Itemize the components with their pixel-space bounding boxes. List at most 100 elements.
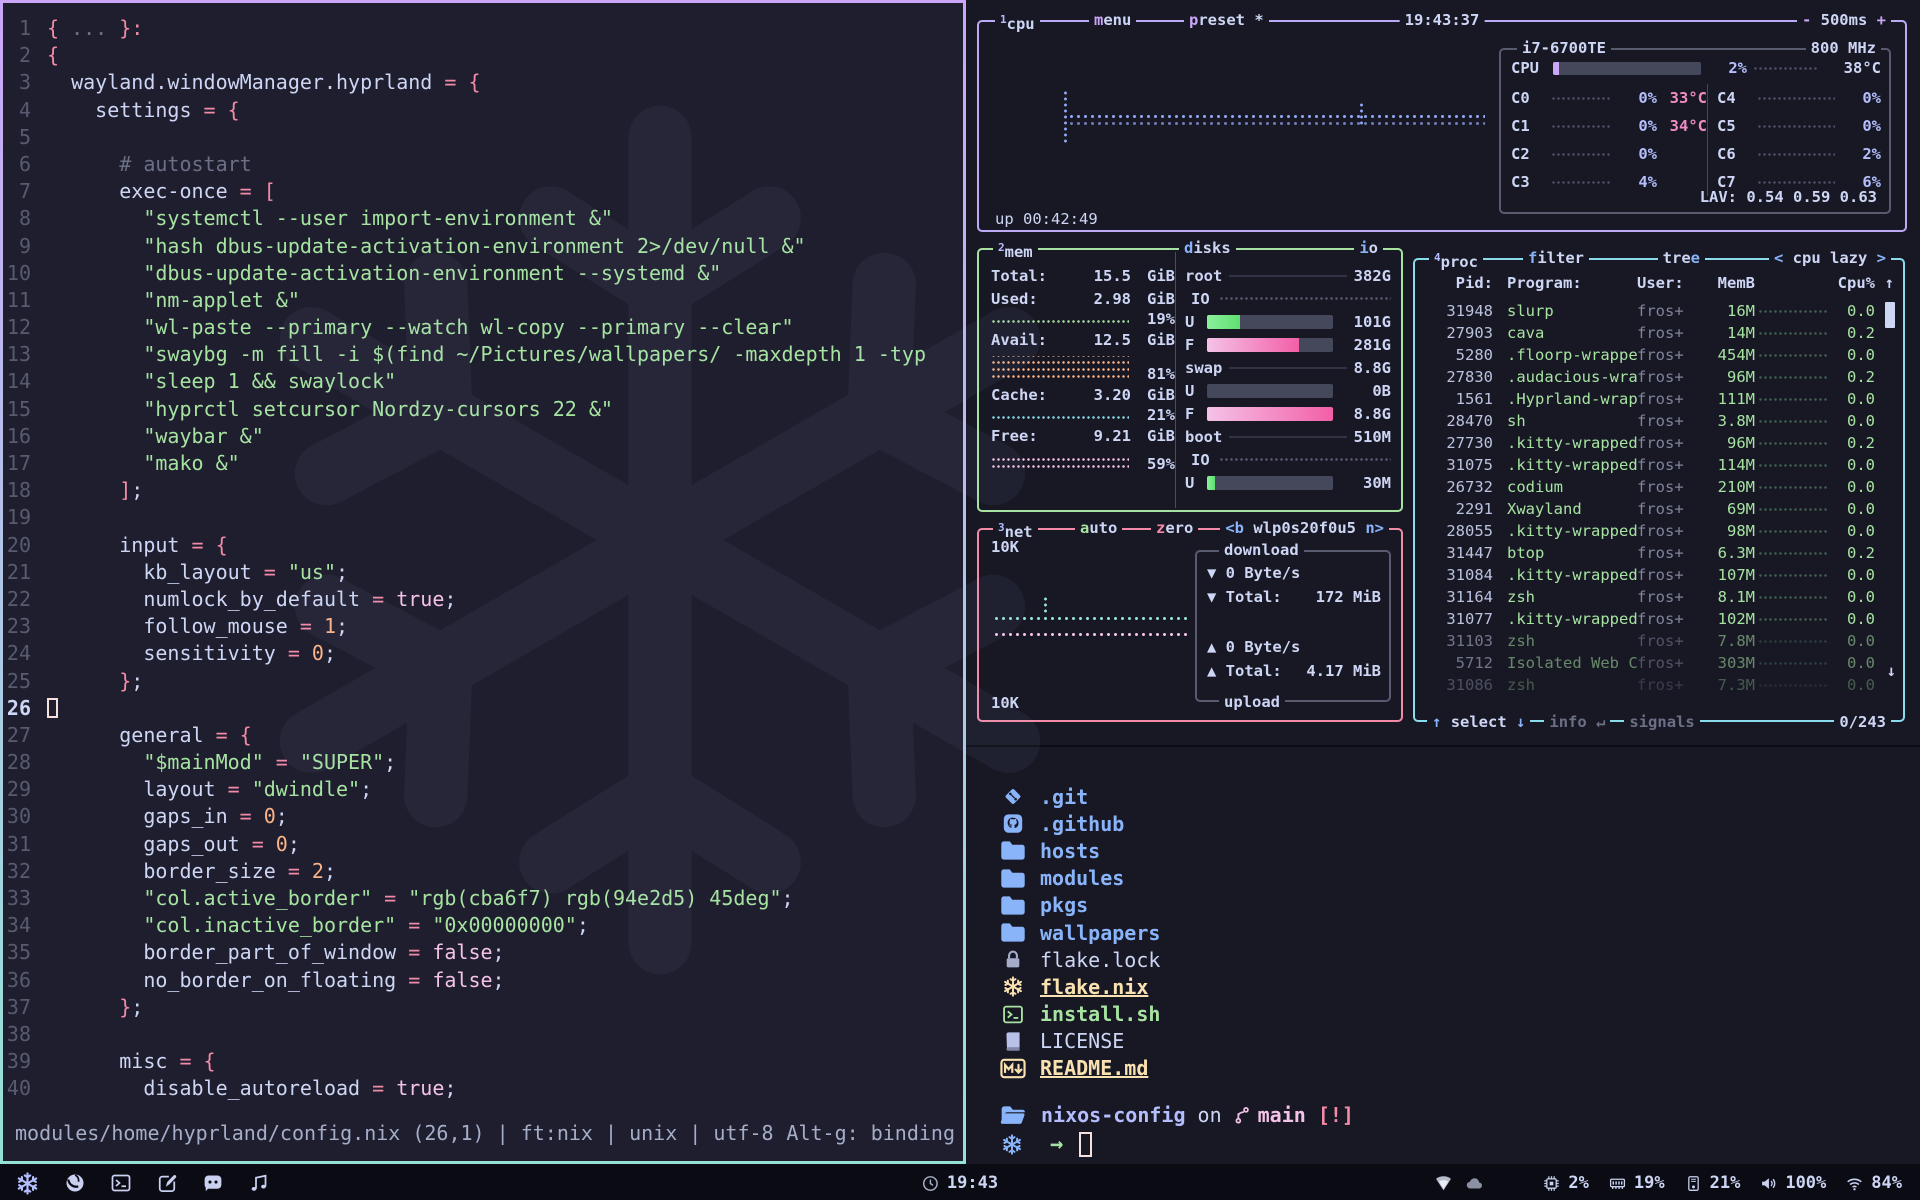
code-line[interactable]: 5 bbox=[3, 124, 963, 151]
code-line[interactable]: 18 ]; bbox=[3, 477, 963, 504]
proc-tree-toggle[interactable]: tree bbox=[1658, 249, 1705, 267]
code-line[interactable]: 14 "sleep 1 && swaylock" bbox=[3, 368, 963, 395]
cpu-usage-module[interactable]: 2% bbox=[1543, 1173, 1588, 1193]
cloud-icon[interactable] bbox=[1466, 1175, 1483, 1192]
code-line[interactable]: 27 general = { bbox=[3, 722, 963, 749]
memory-usage-module[interactable]: 19% bbox=[1609, 1173, 1665, 1193]
code-line[interactable]: 15 "hyprctl setcursor Nordzy-cursors 22 … bbox=[3, 396, 963, 423]
proc-sort-control[interactable]: < cpu lazy > bbox=[1769, 249, 1891, 267]
code-line[interactable]: 21 kb_layout = "us"; bbox=[3, 559, 963, 586]
editor-window[interactable]: 1{ ... }:2{3 wayland.windowManager.hyprl… bbox=[0, 0, 966, 1164]
process-row[interactable]: 27830.audacious-wrafros+96M0.2 bbox=[1425, 366, 1875, 388]
process-row[interactable]: 28470shfros+3.8M0.0 bbox=[1425, 410, 1875, 432]
nix-icon[interactable] bbox=[16, 1172, 39, 1195]
btop-window[interactable]: 1cpu menu preset * 19:43:37 - 500ms + i7… bbox=[966, 0, 1920, 745]
scroll-down-indicator[interactable]: ↓ bbox=[1887, 662, 1896, 680]
process-row[interactable]: 31086zshfros+7.3M0.0 bbox=[1425, 674, 1875, 696]
io-toggle[interactable]: io bbox=[1354, 239, 1383, 257]
volume-module[interactable]: 100% bbox=[1760, 1173, 1826, 1193]
process-row[interactable]: 31164zshfros+8.1M0.0 bbox=[1425, 586, 1875, 608]
code-line[interactable]: 37 }; bbox=[3, 994, 963, 1021]
proc-select-button[interactable]: ↑ select ↓ bbox=[1427, 713, 1530, 731]
process-row[interactable]: 31075.kitty-wrappedfros+114M0.0 bbox=[1425, 454, 1875, 476]
terminal-window[interactable]: .git.githubhostsmodulespkgswallpapersfla… bbox=[966, 747, 1920, 1164]
code-line[interactable]: 4 settings = { bbox=[3, 97, 963, 124]
code-line[interactable]: 20 input = { bbox=[3, 532, 963, 559]
firefox-icon[interactable] bbox=[65, 1173, 85, 1193]
shell-input-line[interactable]: → bbox=[1000, 1132, 1092, 1157]
process-row[interactable]: 5280.floorp-wrappefros+454M0.0 bbox=[1425, 344, 1875, 366]
process-row[interactable]: 27730.kitty-wrappedfros+96M0.2 bbox=[1425, 432, 1875, 454]
code-line[interactable]: 12 "wl-paste --primary --watch wl-copy -… bbox=[3, 314, 963, 341]
disk-usage-module[interactable]: 21% bbox=[1685, 1173, 1741, 1193]
cpu-panel-title[interactable]: 1cpu bbox=[995, 11, 1040, 33]
process-row[interactable]: 1561.Hyprland-wrapfros+111M0.0 bbox=[1425, 388, 1875, 410]
proc-info-button[interactable]: info ↵ bbox=[1544, 713, 1610, 731]
code-line[interactable]: 35 border_part_of_window = false; bbox=[3, 939, 963, 966]
code-line[interactable]: 33 "col.active_border" = "rgb(cba6f7) rg… bbox=[3, 885, 963, 912]
code-line[interactable]: 31 gaps_out = 0; bbox=[3, 831, 963, 858]
btop-menu-button[interactable]: menu bbox=[1089, 11, 1136, 29]
process-row[interactable]: 31447btopfros+6.3M0.2 bbox=[1425, 542, 1875, 564]
code-line[interactable]: 6 # autostart bbox=[3, 151, 963, 178]
code-line[interactable]: 19 bbox=[3, 504, 963, 531]
process-row[interactable]: 5712Isolated Web Cfros+303M0.0 bbox=[1425, 652, 1875, 674]
code-line[interactable]: 3 wayland.windowManager.hyprland = { bbox=[3, 69, 963, 96]
code-line[interactable]: 8 "systemctl --user import-environment &… bbox=[3, 205, 963, 232]
code-line[interactable]: 22 numlock_by_default = true; bbox=[3, 586, 963, 613]
wifi-module[interactable]: 84% bbox=[1846, 1173, 1902, 1193]
code-line[interactable]: 13 "swaybg -m fill -i $(find ~/Pictures/… bbox=[3, 341, 963, 368]
net-interface-switcher[interactable]: <b wlp0s20f0u5 n> bbox=[1220, 519, 1389, 537]
editor-code[interactable]: 1{ ... }:2{3 wayland.windowManager.hyprl… bbox=[3, 15, 963, 1103]
music-icon[interactable] bbox=[249, 1173, 269, 1193]
code-line[interactable]: 26 bbox=[3, 695, 963, 722]
wifi-signal-icon[interactable] bbox=[1435, 1175, 1452, 1192]
net-zero-toggle[interactable]: zero bbox=[1151, 519, 1198, 537]
code-line[interactable]: 24 sensitivity = 0; bbox=[3, 640, 963, 667]
code-line[interactable]: 34 "col.inactive_border" = "0x00000000"; bbox=[3, 912, 963, 939]
proc-filter-button[interactable]: filter bbox=[1523, 249, 1589, 267]
code-line[interactable]: 23 follow_mouse = 1; bbox=[3, 613, 963, 640]
btop-preset-button[interactable]: preset * bbox=[1184, 11, 1269, 29]
line-number: 20 bbox=[3, 532, 47, 559]
process-row[interactable]: 31077.kitty-wrappedfros+102M0.0 bbox=[1425, 608, 1875, 630]
code-line[interactable]: 7 exec-once = [ bbox=[3, 178, 963, 205]
code-line[interactable]: 2{ bbox=[3, 42, 963, 69]
discord-icon[interactable] bbox=[203, 1173, 223, 1193]
net-auto-toggle[interactable]: auto bbox=[1075, 519, 1122, 537]
code-line[interactable]: 9 "hash dbus-update-activation-environme… bbox=[3, 233, 963, 260]
code-line[interactable]: 1{ ... }: bbox=[3, 15, 963, 42]
proc-panel-title[interactable]: 4proc bbox=[1429, 249, 1483, 271]
process-row[interactable]: 26732codiumfros+210M0.0 bbox=[1425, 476, 1875, 498]
process-row[interactable]: 31948slurpfros+16M0.0 bbox=[1425, 300, 1875, 322]
code-line[interactable]: 38 bbox=[3, 1021, 963, 1048]
disks-toggle[interactable]: disks bbox=[1179, 239, 1236, 257]
code-line[interactable]: 40 disable_autoreload = true; bbox=[3, 1075, 963, 1102]
code-line[interactable]: 36 no_border_on_floating = false; bbox=[3, 967, 963, 994]
clock-widget[interactable]: 19:43 bbox=[922, 1173, 998, 1193]
code-line[interactable]: 11 "nm-applet &" bbox=[3, 287, 963, 314]
scroll-up-indicator[interactable]: ↑ bbox=[1885, 274, 1894, 292]
notes-icon[interactable] bbox=[157, 1173, 177, 1193]
process-row[interactable]: 27903cavafros+14M0.2 bbox=[1425, 322, 1875, 344]
code-line[interactable]: 39 misc = { bbox=[3, 1048, 963, 1075]
proc-table[interactable]: 31948slurpfros+16M0.027903cavafros+14M0.… bbox=[1425, 300, 1875, 696]
process-row[interactable]: 2291Xwaylandfros+69M0.0 bbox=[1425, 498, 1875, 520]
process-cpu-graph bbox=[1758, 550, 1828, 557]
code-line[interactable]: 10 "dbus-update-activation-environment -… bbox=[3, 260, 963, 287]
proc-signals-button[interactable]: signals bbox=[1624, 713, 1699, 731]
process-row[interactable]: 31103zshfros+7.8M0.0 bbox=[1425, 630, 1875, 652]
mem-panel-title[interactable]: 2mem bbox=[993, 239, 1038, 261]
process-row[interactable]: 28055.kitty-wrappedfros+98M0.0 bbox=[1425, 520, 1875, 542]
code-line[interactable]: 32 border_size = 2; bbox=[3, 858, 963, 885]
btop-interval-control[interactable]: - 500ms + bbox=[1797, 11, 1891, 29]
code-line[interactable]: 16 "waybar &" bbox=[3, 423, 963, 450]
terminal-icon[interactable] bbox=[111, 1173, 131, 1193]
code-line[interactable]: 25 }; bbox=[3, 668, 963, 695]
code-line[interactable]: 30 gaps_in = 0; bbox=[3, 803, 963, 830]
code-line[interactable]: 28 "$mainMod" = "SUPER"; bbox=[3, 749, 963, 776]
process-row[interactable]: 31084.kitty-wrappedfros+107M0.0 bbox=[1425, 564, 1875, 586]
code-line[interactable]: 29 layout = "dwindle"; bbox=[3, 776, 963, 803]
proc-scrollbar-thumb[interactable] bbox=[1885, 302, 1895, 328]
code-line[interactable]: 17 "mako &" bbox=[3, 450, 963, 477]
